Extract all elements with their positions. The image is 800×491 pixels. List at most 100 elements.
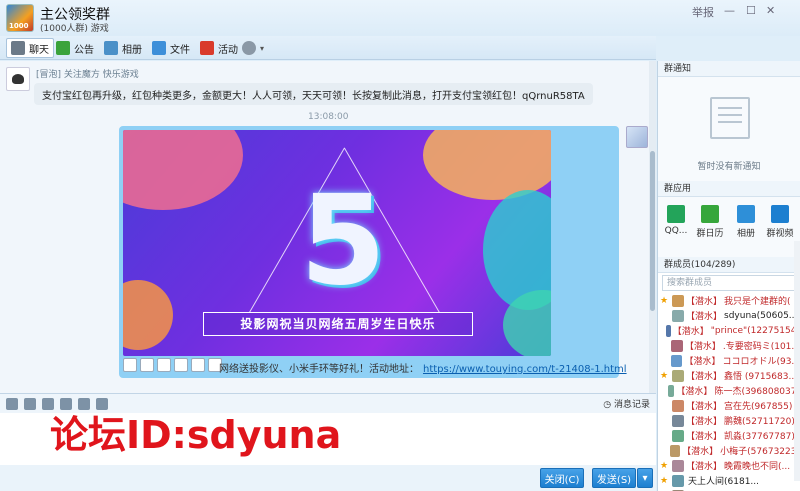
emoji-icon[interactable] [123, 358, 137, 372]
app-label: 群日历 [696, 229, 724, 239]
photo-icon [737, 205, 755, 223]
face-icon[interactable] [174, 358, 188, 372]
calendar-icon [701, 205, 719, 223]
member-avatar [672, 369, 684, 382]
chat-area[interactable]: [冒泡] 关注魔方 快乐游戏 支付宝红包再升级，红包种类更多，金额更大！人人可领… [0, 61, 656, 393]
caption-text: 网络送投影仪、小米手环等好礼！活动地址： [219, 364, 419, 375]
member-item[interactable]: 【潜水】 "prince"(12275154) [658, 323, 800, 338]
member-name: 小梅子(57673223) [720, 447, 800, 457]
screenshot-icon[interactable] [157, 358, 171, 372]
send-options-button[interactable]: ▾ [637, 468, 653, 488]
tab-chat[interactable]: 聊天 [6, 38, 54, 58]
self-avatar[interactable] [626, 126, 648, 148]
member-item[interactable]: 【潜水】 鹏魏(52711720) [658, 413, 800, 428]
member-avatar [665, 324, 671, 337]
member-role: 【潜水】 [684, 342, 721, 352]
sender-name[interactable]: [冒泡] 关注魔方 快乐游戏 [36, 67, 139, 80]
member-spacer [660, 416, 670, 426]
member-item[interactable]: ★ 天上人间(6181... [658, 473, 800, 488]
title-bar: 1000 主公领奖群 (1000人群) 游戏 举报 — ☐ ✕ [0, 0, 800, 36]
member-name: .专要密码ミ(101... [722, 342, 800, 352]
member-role: 【潜水】 [676, 387, 713, 397]
member-item[interactable]: 【潜水】 ココロオドル(93... [658, 353, 800, 368]
member-spacer [660, 356, 669, 366]
member-avatar [672, 294, 684, 307]
member-scrollbar[interactable] [794, 241, 800, 481]
message-caption[interactable]: 网络送投影仪、小米手环等好礼！活动地址： https://www.touying.… [219, 360, 627, 375]
member-name: 天上人间(6181... [688, 477, 759, 487]
notice-panel: 暂时没有新通知 [658, 77, 800, 181]
member-name: 陈一杰(396808037) [714, 387, 800, 397]
settings-button[interactable]: ▾ [238, 38, 268, 58]
member-name: 我只是个建群的( [724, 297, 791, 307]
font-icon[interactable] [6, 397, 18, 410]
emoji-icon[interactable] [24, 397, 36, 410]
member-role: 【潜水】 [686, 312, 723, 322]
bottom-bar: 关闭(C) 发送(S) ▾ [0, 465, 656, 491]
star-icon: ★ [660, 370, 669, 381]
member-avatar [672, 429, 684, 442]
app-video[interactable]: 群视频 [764, 205, 796, 239]
sender-avatar[interactable] [6, 67, 30, 91]
video-icon [771, 205, 789, 223]
member-item[interactable]: 【潜水】 宫在先(967855) [658, 398, 800, 413]
tab-chat-label: 聊天 [29, 44, 49, 56]
member-name: ココロオドル(93... [722, 357, 800, 367]
message-history-button[interactable]: ◷ 消息记录 [603, 397, 650, 410]
member-spacer [660, 341, 669, 351]
member-item[interactable]: 【潜水】 凯淼(37767787) [658, 428, 800, 443]
banner-number-five: 5 [299, 169, 387, 313]
member-item[interactable]: ★ 【潜水】 我只是个建群的( [658, 293, 800, 308]
member-spacer [660, 401, 670, 411]
member-spacer [660, 446, 668, 456]
app-qq[interactable]: QQ... [660, 205, 692, 236]
message-time: 13:08:00 [308, 112, 349, 122]
member-name: 晚霞晚也不同(... [724, 462, 791, 472]
image-icon[interactable] [191, 358, 205, 372]
tab-notice-label: 公告 [74, 44, 94, 56]
activity-link[interactable]: https://www.touying.com/t-21408-1.html [423, 364, 627, 375]
app-label: QQ... [664, 226, 688, 236]
member-name: 宫在先(967855) [724, 402, 793, 412]
report-button[interactable]: 举报 [692, 4, 714, 20]
message-history-label: 消息记录 [613, 400, 650, 410]
tab-file-label: 文件 [170, 44, 190, 56]
tab-file[interactable]: 文件 [148, 38, 194, 58]
star-icon: ★ [660, 475, 669, 486]
group-avatar[interactable]: 1000 [6, 4, 34, 32]
tab-activity[interactable]: 活动 [196, 38, 242, 58]
save-icon[interactable] [140, 358, 154, 372]
app-calendar[interactable]: 群日历 [694, 205, 726, 239]
member-role: 【潜水】 [672, 327, 709, 337]
app-album[interactable]: 相册 [730, 205, 762, 239]
member-avatar [672, 474, 684, 487]
member-item[interactable]: 【潜水】 .专要密码ミ(101... [658, 338, 800, 353]
minimize-button[interactable]: — [724, 4, 735, 17]
close-button[interactable]: 关闭(C) [540, 468, 584, 488]
member-avatar [671, 354, 683, 367]
member-role: 【潜水】 [686, 372, 723, 382]
member-list: ★ 【潜水】 我只是个建群的(【潜水】 sdyuna(50605... 【潜水】 "pri… [658, 293, 800, 491]
image-message-bubble[interactable]: 5 投影网祝当贝网络五周岁生日快乐 网络送投影仪、小米手环等好礼！活动地址： ht… [119, 126, 627, 378]
member-item[interactable]: 【潜水】 陈一杰(396808037) [658, 383, 800, 398]
member-search-input[interactable]: 搜索群成员 [662, 275, 796, 291]
chevron-down-icon: ▾ [642, 472, 648, 484]
banner-image[interactable]: 5 投影网祝当贝网络五周岁生日快乐 [123, 130, 551, 356]
close-window-button[interactable]: ✕ [766, 4, 775, 17]
member-item[interactable]: ★ 【潜水】 鑫悟 (9715683... [658, 368, 800, 383]
member-item[interactable]: 【潜水】 小梅子(57673223) [658, 443, 800, 458]
tab-album[interactable]: 相册 [100, 38, 146, 58]
member-item[interactable]: ★ 【潜水】 晚霞晚也不同(... [658, 458, 800, 473]
maximize-button[interactable]: ☐ [746, 4, 756, 17]
member-avatar [672, 459, 684, 472]
member-role: 【潜水】 [686, 297, 723, 307]
message-bubble[interactable]: 支付宝红包再升级，红包种类更多，金额更大！人人可领，天天可领！长按复制此消息，打… [34, 83, 593, 105]
chat-scrollbar[interactable] [649, 61, 656, 393]
send-button[interactable]: 发送(S) [592, 468, 636, 488]
phone-icon [667, 205, 685, 223]
image-tools [123, 358, 222, 372]
member-item[interactable]: 【潜水】 sdyuna(50605... [658, 308, 800, 323]
group-subtitle: (1000人群) 游戏 [40, 24, 109, 34]
tab-notice[interactable]: 公告 [52, 38, 98, 58]
banner-title: 投影网祝当贝网络五周岁生日快乐 [203, 312, 473, 336]
